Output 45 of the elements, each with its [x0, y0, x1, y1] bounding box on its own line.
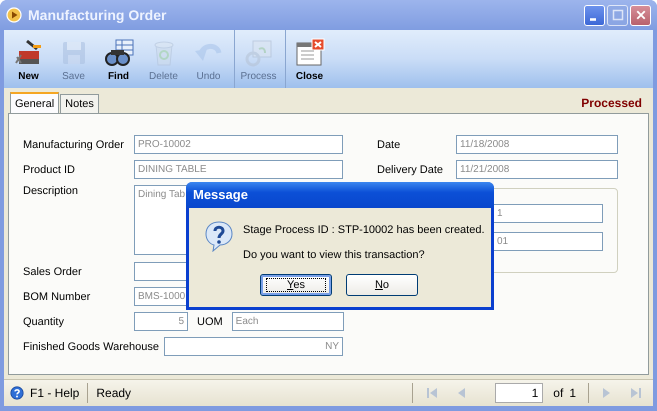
tab[interactable]: General — [10, 92, 60, 113]
page-number-field[interactable]: 1 — [495, 383, 544, 403]
page-total: 1 — [569, 386, 576, 400]
field-label: Product ID — [23, 164, 76, 176]
field-label: Quantity — [23, 316, 65, 328]
play-icon — [6, 7, 22, 23]
window-title: Manufacturing Order — [28, 7, 168, 23]
maximize-icon — [612, 9, 624, 21]
status-label: Processed — [581, 96, 642, 110]
first-page-icon — [426, 387, 438, 399]
text-field[interactable]: Each — [232, 312, 344, 331]
dialog-title: Message — [186, 182, 494, 208]
last-page-icon — [630, 387, 642, 399]
no-button[interactable]: No — [346, 274, 418, 296]
field-label: UOM — [197, 316, 223, 328]
dialog-message: Stage Process ID : STP-10002 has been created. — [243, 224, 485, 236]
minimize-button[interactable] — [584, 4, 605, 26]
text-field[interactable]: NY — [164, 337, 343, 356]
field-label: Sales Order — [23, 266, 83, 278]
binoculars-icon — [102, 37, 134, 69]
status-message: Ready — [96, 386, 132, 400]
field-label: Delivery Date — [377, 164, 444, 176]
date-field[interactable]: 11/18/2008 — [456, 135, 618, 154]
question-icon — [203, 220, 235, 252]
close-icon — [634, 9, 646, 21]
field-label: Manufacturing Order — [23, 138, 125, 150]
yes-button[interactable]: Yes — [260, 274, 332, 296]
close-button[interactable]: Close — [285, 30, 333, 88]
field-label: Finished Goods Warehouse — [23, 340, 160, 352]
date-field[interactable]: 11/21/2008 — [456, 160, 618, 179]
field-label: BOM Number — [23, 290, 92, 302]
minimize-icon — [590, 18, 596, 20]
close-button[interactable] — [630, 4, 651, 26]
field-label: Date — [377, 138, 402, 150]
find-button[interactable]: Find — [96, 30, 141, 88]
text-field[interactable]: DINING TABLE — [134, 160, 343, 179]
new-button[interactable]: New — [6, 30, 51, 88]
help-hint: F1 - Help — [30, 386, 80, 400]
page-of-label: of — [553, 386, 564, 400]
help-icon[interactable] — [10, 386, 24, 400]
text-field[interactable]: PRO-10002 — [134, 135, 343, 154]
dialog-message: Do you want to view this transaction? — [243, 249, 426, 261]
number-field[interactable]: 5 — [134, 312, 188, 331]
field-label: Description — [23, 185, 80, 197]
tab[interactable]: Notes — [60, 94, 99, 113]
